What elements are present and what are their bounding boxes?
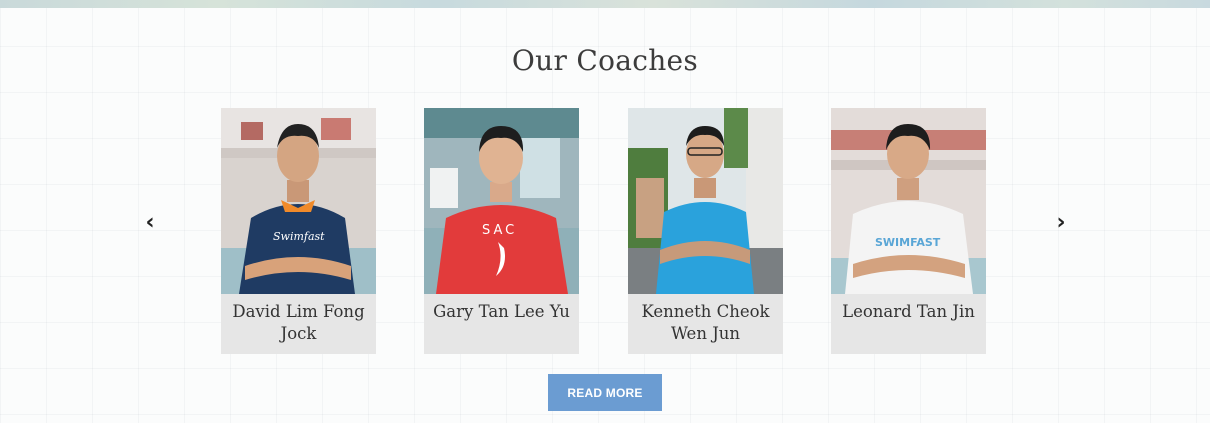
shirt-logo-text: Swimfast bbox=[273, 230, 325, 243]
shirt-logo-text: SAC bbox=[482, 223, 517, 238]
coach-name: Leonard Tan Jin bbox=[842, 302, 975, 321]
top-decorative-strip bbox=[0, 0, 1210, 8]
coach-photo: SAC bbox=[424, 108, 579, 294]
chevron-right-icon: › bbox=[1056, 209, 1066, 235]
coach-photo: SWIMFAST bbox=[831, 108, 986, 294]
coach-card-gary[interactable]: SAC Gary Tan Lee Yu bbox=[424, 108, 579, 354]
coach-name: Gary Tan Lee Yu bbox=[433, 302, 570, 321]
coach-name: Kenneth Cheok Wen Jun bbox=[641, 302, 770, 343]
coach-card-kenneth[interactable]: Kenneth Cheok Wen Jun bbox=[628, 108, 783, 354]
read-more-button[interactable]: READ MORE bbox=[548, 374, 662, 411]
carousel-prev-button[interactable]: ‹ bbox=[138, 208, 162, 236]
coach-photo: Swimfast bbox=[221, 108, 376, 294]
coach-photo bbox=[628, 108, 783, 294]
coach-card-leonard[interactable]: SWIMFAST Leonard Tan Jin bbox=[831, 108, 986, 354]
shirt-logo-text: SWIMFAST bbox=[875, 236, 941, 249]
section-title: Our Coaches bbox=[511, 44, 699, 77]
carousel-next-button[interactable]: › bbox=[1049, 208, 1073, 236]
chevron-left-icon: ‹ bbox=[145, 209, 155, 235]
coach-card-david[interactable]: Swimfast David Lim Fong Jock bbox=[221, 108, 376, 354]
coach-name: David Lim Fong Jock bbox=[232, 302, 365, 343]
